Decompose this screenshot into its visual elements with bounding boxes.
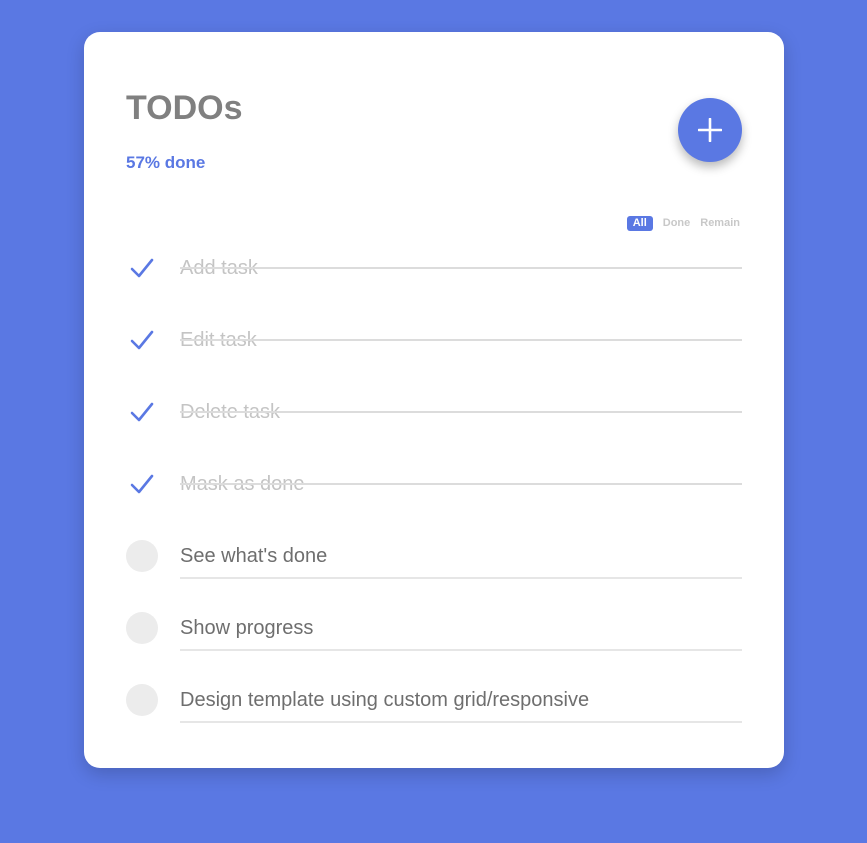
add-task-button[interactable] [678, 98, 742, 162]
task-item: See what's done [126, 540, 742, 580]
checkmark-icon [130, 258, 154, 278]
checkmark-icon [130, 474, 154, 494]
task-checkbox-checked[interactable] [126, 468, 158, 500]
page-title: TODOs [126, 89, 243, 127]
strikethrough-line [180, 483, 742, 485]
todo-card: TODOs 57% done All Done Remain Add task E… [84, 32, 784, 768]
task-underline [180, 721, 742, 723]
task-checkbox[interactable] [126, 540, 158, 572]
filter-remain[interactable]: Remain [700, 216, 740, 231]
filter-bar: All Done Remain [626, 216, 740, 231]
task-item: Mask as done [126, 468, 742, 508]
task-checkbox[interactable] [126, 684, 158, 716]
strikethrough-line [180, 411, 742, 413]
unchecked-circle-icon [126, 612, 158, 644]
task-label[interactable]: Design template using custom grid/respon… [180, 688, 742, 712]
plus-icon [698, 118, 722, 142]
strikethrough-line [180, 267, 742, 269]
task-item: Design template using custom grid/respon… [126, 684, 742, 724]
progress-text: 57% done [126, 153, 206, 172]
task-underline [180, 577, 742, 579]
checkmark-icon [130, 330, 154, 350]
task-label[interactable]: See what's done [180, 544, 742, 568]
filter-all[interactable]: All [626, 216, 653, 231]
task-item: Show progress [126, 612, 742, 652]
unchecked-circle-icon [126, 540, 158, 572]
task-item: Add task [126, 252, 742, 292]
task-item: Edit task [126, 324, 742, 364]
task-underline [180, 649, 742, 651]
task-checkbox-checked[interactable] [126, 252, 158, 284]
task-label[interactable]: Show progress [180, 616, 742, 640]
checkmark-icon [130, 402, 154, 422]
task-checkbox-checked[interactable] [126, 324, 158, 356]
task-checkbox[interactable] [126, 612, 158, 644]
strikethrough-line [180, 339, 742, 341]
task-checkbox-checked[interactable] [126, 396, 158, 428]
task-item: Delete task [126, 396, 742, 436]
unchecked-circle-icon [126, 684, 158, 716]
filter-done[interactable]: Done [663, 216, 691, 231]
